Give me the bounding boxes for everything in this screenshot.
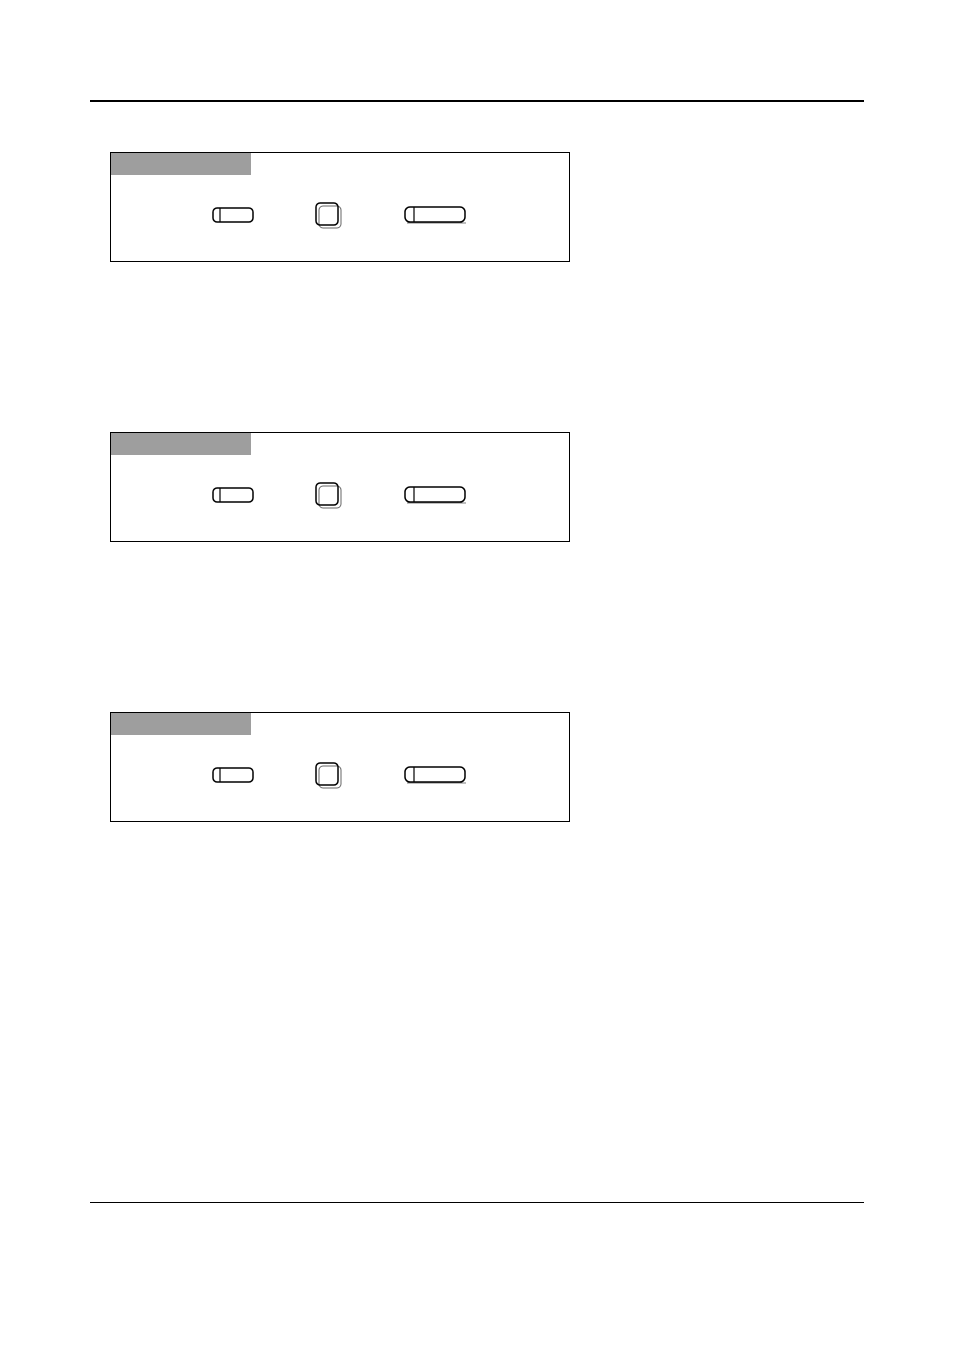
pill-button-icon [404, 486, 468, 511]
page-header [90, 60, 864, 100]
diagram-block-3 [110, 712, 864, 822]
diagram-block-1 [110, 152, 864, 262]
titlebar-active-segment [111, 153, 251, 175]
titlebar-rest [251, 713, 569, 735]
square-icon [314, 201, 344, 236]
diagram-body [111, 175, 569, 261]
button-icon [212, 487, 254, 510]
pill-button-icon [404, 766, 468, 791]
square-icon [314, 481, 344, 516]
diagram-panel [110, 712, 570, 822]
diagram-block-2 [110, 432, 864, 542]
titlebar-active-segment [111, 433, 251, 455]
page [0, 0, 954, 1351]
diagram-panel [110, 152, 570, 262]
button-icon [212, 207, 254, 230]
titlebar-active-segment [111, 713, 251, 735]
diagram-titlebar [111, 433, 569, 455]
content-area [90, 102, 864, 822]
titlebar-rest [251, 153, 569, 175]
diagram-panel [110, 432, 570, 542]
diagram-titlebar [111, 153, 569, 175]
titlebar-rest [251, 433, 569, 455]
diagram-body [111, 735, 569, 821]
button-icon [212, 767, 254, 790]
pill-button-icon [404, 206, 468, 231]
diagram-titlebar [111, 713, 569, 735]
square-icon [314, 761, 344, 796]
footer-rule [90, 1202, 864, 1203]
diagram-body [111, 455, 569, 541]
